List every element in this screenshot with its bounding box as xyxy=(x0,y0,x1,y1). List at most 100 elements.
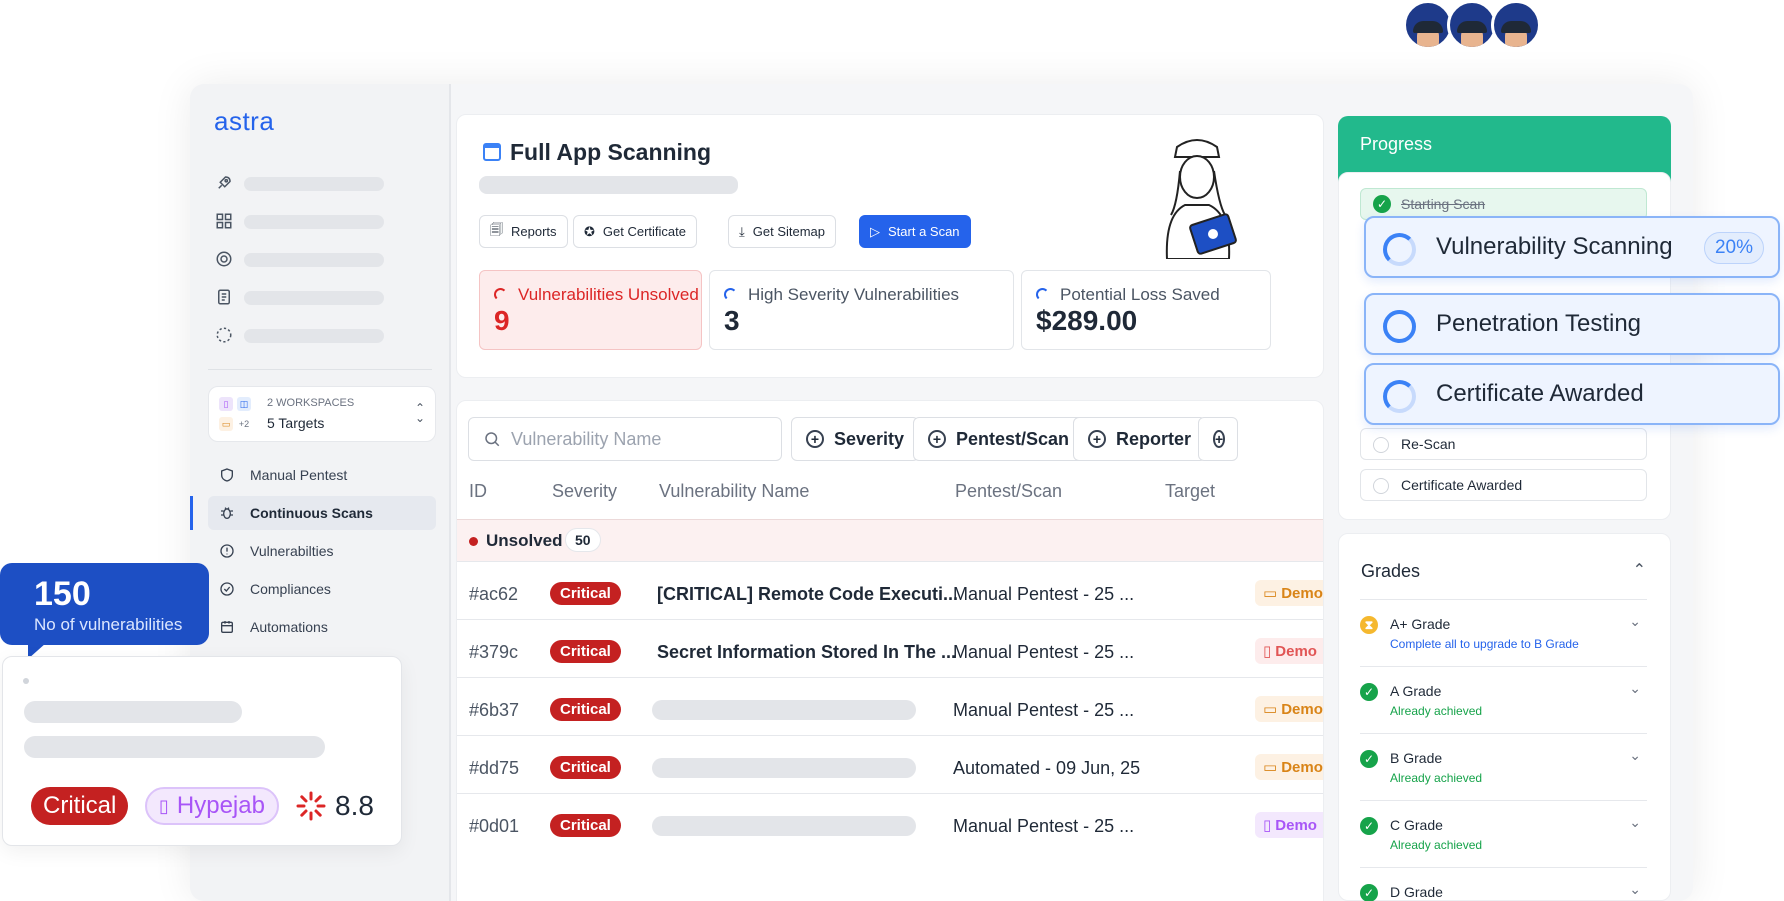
cvss-score-icon xyxy=(296,791,326,821)
target-badge: ▯ Demo xyxy=(1255,638,1323,664)
grade-row[interactable]: ✓ C Grade Already achieved ⌄ xyxy=(1360,800,1647,866)
chevron-down-icon: ⌄ xyxy=(1629,747,1641,763)
plus-icon: + xyxy=(806,430,824,448)
grade-row[interactable]: ✓ A Grade Already achieved ⌄ xyxy=(1360,666,1647,732)
table-row[interactable]: #ac62 Critical [CRITICAL] Remote Code Ex… xyxy=(457,561,1323,627)
group-count-badge: 50 xyxy=(565,528,601,552)
progress-ring-icon xyxy=(1383,380,1416,413)
check-icon: ✓ xyxy=(1360,750,1378,768)
severity-badge: Critical xyxy=(550,756,621,779)
column-header[interactable]: Pentest/Scan xyxy=(955,481,1062,502)
pentest-scan: Manual Pentest - 25 ... xyxy=(953,642,1135,662)
grade-row[interactable]: ✓ B Grade Already achieved ⌄ xyxy=(1360,733,1647,799)
grades-title: Grades xyxy=(1361,561,1421,581)
table-header: ID Severity Vulnerability Name Pentest/S… xyxy=(457,481,1323,519)
column-header[interactable]: Target xyxy=(1165,481,1215,502)
pentest-filter-button[interactable]: + Pentest/Scan xyxy=(913,417,1085,461)
pentest-scan: Automated - 09 Jun, 25 xyxy=(953,758,1141,778)
chevron-up-icon[interactable]: ⌃ xyxy=(1633,560,1646,580)
sidebar-item-continuous-scans[interactable]: Continuous Scans xyxy=(208,496,436,530)
group-row-unsolved[interactable]: Unsolved 50 xyxy=(457,519,1323,561)
reports-button[interactable]: 🗐 Reports xyxy=(479,215,568,248)
avatar xyxy=(1491,0,1541,50)
grid-icon[interactable] xyxy=(214,211,234,231)
vulnerability-count: 150 xyxy=(34,575,91,613)
progress-percent-badge: 20% xyxy=(1703,232,1764,264)
table-row[interactable]: #379c Critical Secret Information Stored… xyxy=(457,619,1323,685)
sidebar-item-manual-pentest[interactable]: Manual Pentest xyxy=(208,458,436,492)
workspace-selector[interactable]: ▯ ◫ ▭ +2 2 WORKSPACES 5 Targets ⌃ ⌄ xyxy=(208,386,436,442)
report-icon[interactable] xyxy=(214,287,234,307)
sidebar-item-label: Automations xyxy=(250,619,328,635)
table-row[interactable]: #0d01 Critical Manual Pentest - 25 ... ▯… xyxy=(457,793,1323,859)
phone-icon: ▯ xyxy=(159,795,169,816)
vulnerability-table-card: Vulnerability Name + Severity + Pentest/Sc… xyxy=(456,400,1324,901)
chevron-down-icon: ⌄ xyxy=(1629,881,1641,897)
more-filter-button[interactable]: + xyxy=(1198,417,1238,461)
dot xyxy=(23,678,29,684)
grade-row[interactable]: ⧗ A+ Grade Complete all to upgrade to B … xyxy=(1360,599,1647,665)
get-sitemap-button[interactable]: ⤓ Get Sitemap xyxy=(728,215,837,248)
table-row[interactable]: #dd75 Critical Automated - 09 Jun, 25 ▭ D… xyxy=(457,735,1323,801)
pending-icon xyxy=(1373,478,1389,494)
vulnerability-count-label: No of vulnerabilities xyxy=(34,615,183,634)
team-avatars xyxy=(1403,0,1541,50)
badge-check-icon: ✪ xyxy=(584,223,595,239)
column-header[interactable]: ID xyxy=(469,481,487,502)
severity-filter-button[interactable]: + Severity xyxy=(791,417,920,461)
sidebar-item-vulnerabilities[interactable]: Vulnerabilties xyxy=(208,534,436,568)
search-input[interactable]: Vulnerability Name xyxy=(468,417,782,461)
vulnerability-name-placeholder xyxy=(652,758,916,778)
target-badge: ▭ Demo xyxy=(1255,580,1323,606)
check-icon: ✓ xyxy=(1360,683,1378,701)
severity-badge: Critical xyxy=(31,787,129,825)
vulnerability-name-placeholder xyxy=(652,700,916,720)
logo: astra xyxy=(214,106,275,136)
shield-icon xyxy=(218,466,236,484)
scan-summary-card: Full App Scanning 🗐 Reports ✪ Get Certific… xyxy=(456,114,1324,378)
search-icon xyxy=(485,432,500,447)
sidebar-item-automations[interactable]: Automations xyxy=(208,610,436,644)
pentest-scan: Manual Pentest - 25 ... xyxy=(953,700,1135,720)
monitor-icon: ▭ xyxy=(1263,759,1278,776)
step-penetration-testing: Penetration Testing xyxy=(1364,293,1780,355)
avatar xyxy=(1447,0,1497,50)
pentest-scan: Manual Pentest - 25 ... xyxy=(953,816,1135,836)
rocket-icon[interactable] xyxy=(214,173,234,193)
column-header[interactable]: Severity xyxy=(552,481,617,502)
cvss-score: 8.8 xyxy=(335,790,374,821)
stat-potential-loss: Potential Loss Saved $289.00 xyxy=(1021,270,1271,350)
progress-ring-icon xyxy=(1383,310,1416,343)
sidebar-item-compliances[interactable]: Compliances xyxy=(208,572,436,606)
vulnerability-name: [CRITICAL] Remote Code Executi... xyxy=(657,584,959,604)
column-header[interactable]: Vulnerability Name xyxy=(659,481,809,502)
severity-badge: Critical xyxy=(550,814,621,837)
active-indicator xyxy=(190,496,193,530)
start-scan-button[interactable]: ▷ Start a Scan xyxy=(859,215,971,248)
step-certificate-awarded: Certificate Awarded xyxy=(1364,363,1780,425)
page-title: Full App Scanning xyxy=(510,139,712,165)
table-row[interactable]: #6b37 Critical Manual Pentest - 25 ... ▭… xyxy=(457,677,1323,743)
target-badge: ▯ Hypejab xyxy=(145,787,279,825)
check-icon: ✓ xyxy=(1373,195,1391,213)
reporter-filter-button[interactable]: + Reporter xyxy=(1073,417,1207,461)
phone-icon: ▯ xyxy=(1263,817,1272,834)
workspace-count: +2 xyxy=(238,419,250,429)
status-dot xyxy=(469,537,478,546)
loading-icon xyxy=(724,288,737,301)
scan-icon[interactable] xyxy=(214,325,234,345)
grade-row[interactable]: ✓ D Grade ⌄ xyxy=(1360,867,1647,901)
badge-check-icon xyxy=(218,580,236,598)
vulnerability-preview-card: Critical ▯ Hypejab 8.8 xyxy=(2,656,402,846)
plus-icon: + xyxy=(1213,430,1226,448)
check-icon: ✓ xyxy=(1360,884,1378,901)
plus-icon: + xyxy=(928,430,946,448)
hourglass-icon: ⧗ xyxy=(1360,616,1378,634)
get-certificate-button[interactable]: ✪ Get Certificate xyxy=(573,215,697,248)
chevron-down-icon: ⌄ xyxy=(1629,680,1641,696)
plus-icon: + xyxy=(1088,430,1106,448)
target-icon[interactable] xyxy=(214,249,234,269)
download-icon: ⤓ xyxy=(739,223,745,239)
target-badge: ▭ Demo xyxy=(1255,754,1323,780)
progress-ring-icon xyxy=(1383,233,1416,266)
